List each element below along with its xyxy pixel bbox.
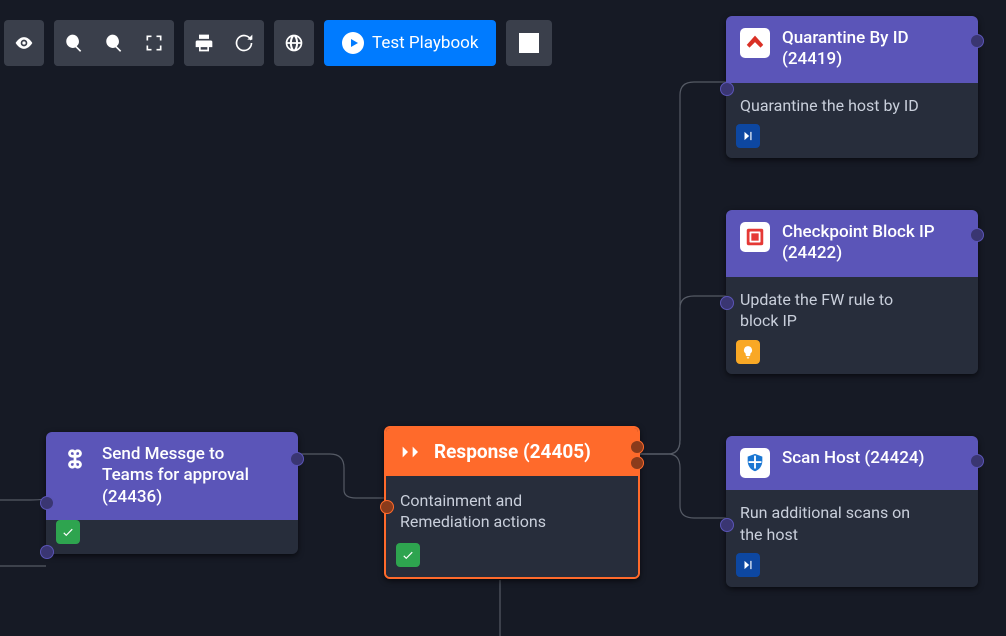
node-header: Response (24405) (386, 428, 638, 476)
node-badges (726, 553, 978, 587)
node-body: Run additional scans on the host (726, 490, 978, 553)
check-icon (61, 525, 75, 539)
node-title: Checkpoint Block IP (24422) (782, 222, 935, 265)
port-in[interactable] (720, 82, 734, 96)
node-badges (386, 543, 638, 577)
node-scan-host[interactable]: Scan Host (24424) Run additional scans o… (726, 436, 978, 587)
port-out-top[interactable] (630, 440, 644, 454)
port-in[interactable] (380, 500, 394, 514)
skip-icon (741, 129, 755, 143)
node-title: Quarantine By ID (24419) (782, 28, 909, 71)
node-body: Update the FW rule to block IP (726, 277, 978, 340)
node-header: Send Messge to Teams for approval (24436… (46, 432, 298, 520)
port-out[interactable] (630, 456, 644, 470)
port-in-2[interactable] (40, 545, 54, 559)
node-title: Send Messge to Teams for approval (24436… (102, 444, 249, 508)
status-next-badge (736, 553, 760, 577)
port-out[interactable] (970, 34, 984, 48)
node-title: Response (24405) (434, 440, 591, 464)
node-quarantine[interactable]: Quarantine By ID (24419) Quarantine the … (726, 16, 978, 158)
node-header: Quarantine By ID (24419) (726, 16, 978, 83)
port-out[interactable] (970, 454, 984, 468)
node-badges (726, 124, 978, 158)
node-body: Quarantine the host by ID (726, 83, 978, 125)
port-out[interactable] (970, 228, 984, 242)
check-icon (401, 548, 415, 562)
status-next-badge (736, 124, 760, 148)
port-out[interactable] (290, 452, 304, 466)
skip-icon (741, 558, 755, 572)
playbook-canvas[interactable]: Send Messge to Teams for approval (24436… (0, 0, 1006, 636)
node-response[interactable]: Response (24405) Containment and Remedia… (384, 426, 640, 579)
status-success-badge (56, 520, 80, 544)
node-body: Containment and Remediation actions (386, 476, 638, 543)
status-success-badge (396, 543, 420, 567)
node-badges (726, 340, 978, 374)
port-in[interactable] (40, 496, 54, 510)
command-icon (60, 444, 90, 474)
vendor-icon (740, 28, 770, 58)
vendor-icon (740, 448, 770, 478)
chevron-right-icon (400, 441, 426, 463)
node-checkpoint[interactable]: Checkpoint Block IP (24422) Update the F… (726, 210, 978, 374)
node-title: Scan Host (24424) (782, 448, 925, 469)
node-header: Checkpoint Block IP (24422) (726, 210, 978, 277)
status-hint-badge (736, 340, 760, 364)
port-in[interactable] (720, 518, 734, 532)
port-in[interactable] (720, 296, 734, 310)
node-header: Scan Host (24424) (726, 436, 978, 490)
node-badges (46, 520, 298, 554)
bulb-icon (741, 345, 755, 359)
node-send-teams[interactable]: Send Messge to Teams for approval (24436… (46, 432, 298, 554)
vendor-icon (740, 222, 770, 252)
